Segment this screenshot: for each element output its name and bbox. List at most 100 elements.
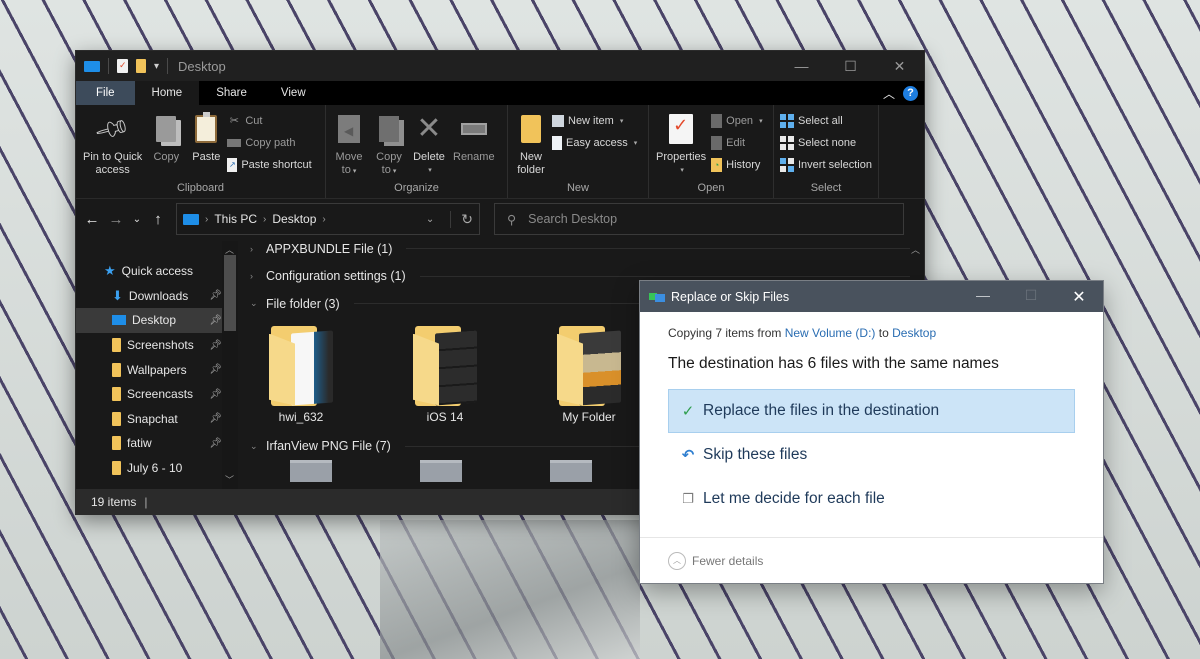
png-file-thumbnail[interactable] xyxy=(290,460,332,482)
properties-button[interactable]: Properties ▾ xyxy=(653,109,709,179)
history-icon: ◔ xyxy=(711,157,723,172)
select-all-button[interactable]: Select all xyxy=(780,111,872,130)
decide-each-file-option[interactable]: ❐ Let me decide for each file xyxy=(668,477,1075,521)
search-input[interactable]: ⚲ Search Desktop xyxy=(494,203,904,235)
open-button[interactable]: Open ▾ xyxy=(711,111,763,130)
close-button[interactable]: ✕ xyxy=(875,51,924,81)
dialog-minimize-button[interactable]: — xyxy=(959,287,1007,307)
clipboard-group-label: Clipboard xyxy=(176,182,225,194)
tab-share[interactable]: Share xyxy=(199,81,264,105)
group-header-appxbundle[interactable]: › APPXBUNDLE File (1) xyxy=(238,241,924,263)
nav-item-quick-access[interactable]: ★ Quick access xyxy=(76,259,238,284)
scroll-up-icon[interactable]: ︿ xyxy=(911,243,920,256)
address-bar[interactable]: › This PC › Desktop › ⌄ ↻ xyxy=(176,203,480,235)
nav-item-fatiw[interactable]: fatiw 📌︎ xyxy=(76,431,238,456)
chevron-down-icon: ⌄ xyxy=(250,298,258,309)
cut-button[interactable]: ✂ Cut xyxy=(227,111,311,130)
dialog-maximize-button[interactable]: ☐ xyxy=(1007,287,1055,307)
back-button[interactable]: ← xyxy=(82,211,102,228)
folder-thumbnail xyxy=(413,324,477,406)
properties-icon[interactable] xyxy=(117,59,128,73)
copy-icon xyxy=(156,116,177,142)
png-file-thumbnail[interactable] xyxy=(420,460,462,482)
refresh-icon[interactable]: ↻ xyxy=(450,210,473,228)
search-icon: ⚲ xyxy=(507,212,517,227)
fewer-details-button[interactable]: Fewer details xyxy=(692,554,763,568)
folder-thumbnail xyxy=(557,324,621,406)
tab-view[interactable]: View xyxy=(264,81,323,105)
this-pc-icon xyxy=(183,213,199,225)
desktop-icon xyxy=(112,315,126,326)
paste-button[interactable]: Paste xyxy=(187,109,225,166)
copy-path-button[interactable]: Copy path xyxy=(227,133,311,152)
delete-button[interactable]: ✕ Delete ▾ xyxy=(410,109,448,179)
paste-shortcut-button[interactable]: ↗ Paste shortcut xyxy=(227,155,312,174)
breadcrumb-desktop[interactable]: Desktop xyxy=(272,212,316,226)
pin-icon: 📌︎ xyxy=(209,437,222,449)
nav-item-snapchat[interactable]: Snapchat 📌︎ xyxy=(76,407,238,432)
nav-item-screenshots[interactable]: Screenshots 📌︎ xyxy=(76,333,238,358)
up-button[interactable]: ↑ xyxy=(148,211,168,228)
edit-button[interactable]: Edit xyxy=(711,133,762,152)
chevron-right-icon: › xyxy=(250,271,253,282)
folder-icon xyxy=(112,387,121,402)
new-group-label: New xyxy=(566,182,589,194)
skip-files-option[interactable]: ↶ Skip these files xyxy=(668,433,1075,477)
folder-tile[interactable]: iOS 14 xyxy=(404,318,486,433)
navigation-row: ← → ⌄ ↑ › This PC › Desktop › ⌄ ↻ ⚲ Sear… xyxy=(76,199,924,239)
nav-item-wallpapers[interactable]: Wallpapers 📌︎ xyxy=(76,357,238,382)
select-none-button[interactable]: Select none xyxy=(780,133,872,152)
recent-locations-button[interactable]: ⌄ xyxy=(130,214,144,225)
open-group: Properties ▾ Open▾ Edit ◔ History xyxy=(649,105,774,198)
file-copy-icon xyxy=(649,292,665,302)
help-icon[interactable]: ? xyxy=(903,85,918,101)
copy-button[interactable]: Copy xyxy=(147,109,185,166)
nav-item-july-6-10[interactable]: July 6 - 10 xyxy=(76,456,238,481)
chevron-up-icon[interactable]: ︿ xyxy=(668,551,686,570)
rename-button[interactable]: Rename xyxy=(450,109,498,166)
pin-to-quick-access-button[interactable]: 📌︎ Pin to Quick access xyxy=(80,109,145,179)
select-all-icon xyxy=(780,113,794,128)
pin-icon: 📌︎ xyxy=(209,388,222,400)
skip-icon: ↶ xyxy=(681,447,695,464)
nav-item-screencasts[interactable]: Screencasts 📌︎ xyxy=(76,382,238,407)
tab-file[interactable]: File xyxy=(76,81,135,105)
move-to-button[interactable]: Move to▾ xyxy=(330,109,368,180)
nav-item-desktop[interactable]: Desktop 📌︎ xyxy=(76,308,238,333)
ribbon-tabs: File Home Share View ︿ ? xyxy=(76,81,924,105)
replace-files-option[interactable]: ✓ Replace the files in the destination xyxy=(668,389,1075,433)
png-file-thumbnail[interactable] xyxy=(550,460,592,482)
maximize-button[interactable]: ☐ xyxy=(826,51,875,81)
new-folder-icon[interactable] xyxy=(136,59,146,73)
title-bar: ▾ Desktop — ☐ ✕ xyxy=(76,51,924,81)
folder-tile[interactable]: My Folder xyxy=(548,318,630,433)
select-group-label: Select xyxy=(810,182,842,194)
collapse-ribbon-icon[interactable]: ︿ xyxy=(883,85,895,102)
minimize-button[interactable]: — xyxy=(777,51,826,81)
history-button[interactable]: ◔ History xyxy=(711,155,762,174)
copy-path-icon xyxy=(227,138,242,147)
new-folder-button[interactable]: New folder xyxy=(512,109,550,179)
scroll-down-icon[interactable]: ﹀ xyxy=(225,473,234,486)
destination-link[interactable]: Desktop xyxy=(892,326,936,340)
download-icon: ⬇ xyxy=(112,287,123,303)
nav-item-downloads[interactable]: ⬇ Downloads 📌︎ xyxy=(76,284,238,309)
source-link[interactable]: New Volume (D:) xyxy=(785,326,876,340)
invert-selection-button[interactable]: Invert selection xyxy=(780,155,872,174)
tab-home[interactable]: Home xyxy=(134,81,200,105)
dialog-close-button[interactable]: ✕ xyxy=(1055,287,1103,307)
customize-toolbar-icon[interactable]: ▾ xyxy=(154,61,159,72)
nav-pane-scrollbar[interactable]: ︿ ﹀ xyxy=(222,241,238,489)
forward-button[interactable]: → xyxy=(106,211,126,228)
scrollbar-thumb[interactable] xyxy=(224,255,236,331)
paste-shortcut-icon: ↗ xyxy=(227,157,238,172)
folder-tile[interactable]: hwi_632 xyxy=(260,318,342,433)
easy-access-button[interactable]: Easy access ▾ xyxy=(552,133,637,152)
folder-icon xyxy=(112,461,121,476)
copy-to-button[interactable]: Copy to ▾ xyxy=(370,109,408,180)
dialog-title: Replace or Skip Files xyxy=(671,289,790,304)
address-dropdown-icon[interactable]: ⌄ xyxy=(426,214,434,225)
breadcrumb-this-pc[interactable]: This PC xyxy=(214,212,257,226)
new-item-button[interactable]: New item ▾ xyxy=(552,111,637,130)
desktop-icon xyxy=(84,60,100,72)
